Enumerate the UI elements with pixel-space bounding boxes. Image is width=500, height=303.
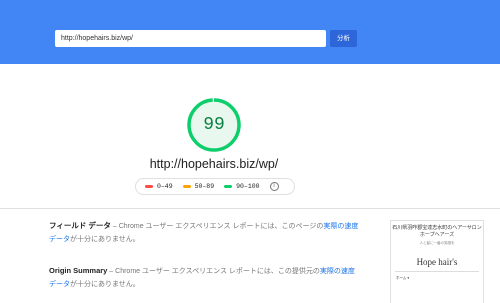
- performance-score: 99: [203, 115, 225, 135]
- legend-label-good: 90–100: [236, 183, 260, 190]
- legend-label-average: 50–89: [194, 183, 215, 190]
- info-icon[interactable]: i: [269, 182, 279, 191]
- field-data-text-end: が十分にありません。: [70, 236, 140, 243]
- field-data-section: フィールド データ – Chrome ユーザー エクスペリエンス レポートには、…: [49, 219, 359, 246]
- page-screenshot-thumbnail: 石川県羽咋郡宝達志水町のヘアーサロン ホープヘアーズ 人と髪に一番の笑顔を Ho…: [390, 220, 484, 303]
- analyze-button[interactable]: 分析: [330, 30, 357, 47]
- url-input[interactable]: http://hopehairs.biz/wp/: [55, 30, 326, 47]
- field-data-title: フィールド データ: [49, 221, 111, 230]
- legend-label-poor: 0–49: [157, 183, 173, 190]
- thumbnail-logo: Hope hair's: [416, 257, 458, 267]
- legend-item-average: 50–89: [182, 183, 215, 190]
- thumbnail-site-title: 石川県羽咋郡宝達志水町のヘアーサロン ホープヘアーズ: [392, 225, 483, 238]
- legend-marker-good: [224, 185, 233, 188]
- section-divider: [0, 208, 500, 209]
- legend-item-good: 90–100: [224, 183, 260, 190]
- legend-marker-average: [182, 185, 191, 188]
- thumbnail-menu: ホーム ▾: [396, 276, 410, 280]
- origin-summary-title: Origin Summary: [49, 266, 108, 275]
- thumbnail-tagline: 人と髪に一番の笑顔を: [419, 241, 455, 245]
- origin-summary-text-end: が十分にありません。: [70, 281, 140, 288]
- legend-item-poor: 0–49: [145, 183, 173, 190]
- legend-marker-poor: [145, 185, 153, 188]
- origin-summary-text: – Chrome ユーザー エクスペリエンス レポートには、この提供元の: [107, 268, 320, 275]
- field-data-text: – Chrome ユーザー エクスペリエンス レポートには、このページの: [110, 223, 324, 230]
- origin-summary-section: Origin Summary – Chrome ユーザー エクスペリエンス レポ…: [49, 264, 359, 291]
- thumbnail-divider: [395, 271, 479, 272]
- score-legend: 0–49 50–89 90–100 i: [135, 178, 295, 195]
- analyzed-url: http://hopehairs.biz/wp/: [149, 157, 279, 171]
